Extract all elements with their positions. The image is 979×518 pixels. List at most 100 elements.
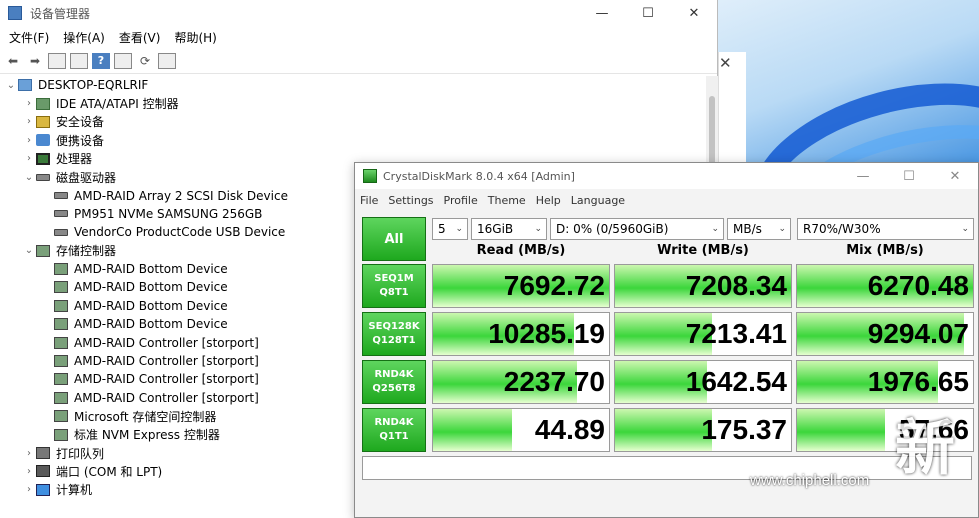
tree-item[interactable]: › 便携设备 xyxy=(0,131,706,149)
storage-icon xyxy=(54,391,68,404)
write-value: 1642.54 xyxy=(685,366,787,397)
tree-item-label: AMD-RAID Array 2 SCSI Disk Device xyxy=(74,188,288,203)
cdm-menu-item[interactable]: Theme xyxy=(483,194,531,207)
tree-item[interactable]: ⌄ DESKTOP-EQRLRIF xyxy=(0,76,706,94)
result-bar xyxy=(615,409,712,451)
tree-item-label: AMD-RAID Controller [storport] xyxy=(74,335,259,350)
storage-icon xyxy=(54,281,68,294)
tree-item-label: AMD-RAID Bottom Device xyxy=(74,262,228,277)
tree-item-label: 计算机 xyxy=(56,483,93,498)
mix-profile-select[interactable]: R70%/W30% ⌄ xyxy=(797,218,974,240)
scan-hardware-icon[interactable]: ⟳ xyxy=(136,53,154,69)
mix-value: 6270.48 xyxy=(867,270,969,301)
cdm-close-icon[interactable]: ✕ xyxy=(932,163,978,189)
test-button[interactable]: SEQ128K Q128T1 xyxy=(362,312,426,356)
test-count-select[interactable]: 5 ⌄ xyxy=(432,218,468,240)
drive-select[interactable]: D: 0% (0/5960GiB) ⌄ xyxy=(550,218,724,240)
collapsed-arrow-icon[interactable]: › xyxy=(22,116,36,127)
collapsed-arrow-icon[interactable]: › xyxy=(22,484,36,495)
cdm-menu-item[interactable]: Settings xyxy=(383,194,438,207)
mix-result-cell: 6270.48 xyxy=(796,264,974,308)
cdm-menu-item[interactable]: Profile xyxy=(439,194,483,207)
chevron-down-icon: ⌄ xyxy=(534,224,542,234)
tree-item-label: 打印队列 xyxy=(56,446,105,461)
back-icon[interactable]: ⬅ xyxy=(4,53,22,69)
close-icon[interactable]: ✕ xyxy=(671,0,717,26)
forward-icon[interactable]: ➡ xyxy=(26,53,44,69)
help-icon[interactable]: ? xyxy=(92,52,110,69)
test-name: RND4K xyxy=(374,368,414,380)
disk-icon xyxy=(54,210,68,218)
expanded-arrow-icon[interactable]: ⌄ xyxy=(4,80,18,91)
storage-icon xyxy=(54,263,68,276)
test-button[interactable]: SEQ1M Q8T1 xyxy=(362,264,426,308)
read-value: 7692.72 xyxy=(503,270,605,301)
chevron-down-icon: ⌄ xyxy=(961,224,969,234)
mix-header: Mix (MB/s) xyxy=(846,243,924,258)
cdm-minimize-icon[interactable]: — xyxy=(840,163,886,189)
menu-bar: 文件(F) 操作(A) 查看(V) 帮助(H) xyxy=(0,26,717,48)
test-params: Q128T1 xyxy=(372,335,416,346)
properties-icon[interactable] xyxy=(48,52,66,69)
menu-item[interactable]: 查看(V) xyxy=(112,29,168,46)
disk-icon xyxy=(54,192,68,200)
tree-item[interactable]: › IDE ATA/ATAPI 控制器 xyxy=(0,94,706,112)
test-params: Q1T1 xyxy=(379,431,409,442)
watermark-logo: 新 xyxy=(895,414,955,484)
test-params: Q256T8 xyxy=(372,383,416,394)
port-icon xyxy=(36,465,50,478)
write-result-cell: 1642.54 xyxy=(614,360,792,404)
tree-item-label: AMD-RAID Controller [storport] xyxy=(74,354,259,369)
tree-item-label: AMD-RAID Controller [storport] xyxy=(74,372,259,387)
disk-drive-icon xyxy=(36,173,50,181)
menu-item[interactable]: 帮助(H) xyxy=(167,29,223,46)
mix-result-cell: 9294.07 xyxy=(796,312,974,356)
write-result-cell: 175.37 xyxy=(614,408,792,452)
collapsed-arrow-icon[interactable]: › xyxy=(22,135,36,146)
collapsed-arrow-icon[interactable]: › xyxy=(22,98,36,109)
storage-icon xyxy=(54,299,68,312)
tree-item-label: 标准 NVM Express 控制器 xyxy=(74,428,220,443)
monitor-icon[interactable] xyxy=(158,52,176,69)
tree-item[interactable]: › 安全设备 xyxy=(0,113,706,131)
collapsed-arrow-icon[interactable]: › xyxy=(22,153,36,164)
crystaldiskmark-window: CrystalDiskMark 8.0.4 x64 [Admin] — ☐ ✕ … xyxy=(354,162,979,518)
computer-icon xyxy=(18,79,32,92)
write-value: 7213.41 xyxy=(685,318,787,349)
ide-controller-icon xyxy=(36,97,50,110)
all-button[interactable]: All xyxy=(362,217,426,261)
comment-field[interactable] xyxy=(362,456,972,480)
cdm-menu-item[interactable]: Language xyxy=(566,194,630,207)
test-button[interactable]: RND4K Q1T1 xyxy=(362,408,426,452)
view-icon[interactable] xyxy=(114,52,132,69)
cdm-menu-item[interactable]: File xyxy=(355,194,383,207)
tree-item-label: AMD-RAID Controller [storport] xyxy=(74,390,259,405)
tree-item-label: AMD-RAID Bottom Device xyxy=(74,317,228,332)
unit-select[interactable]: MB/s ⌄ xyxy=(727,218,791,240)
write-result-cell: 7213.41 xyxy=(614,312,792,356)
cdm-maximize-icon[interactable]: ☐ xyxy=(886,163,932,189)
chevron-down-icon: ⌄ xyxy=(455,224,463,234)
maximize-icon[interactable]: ☐ xyxy=(625,0,671,26)
collapsed-arrow-icon[interactable]: › xyxy=(22,448,36,459)
test-button[interactable]: RND4K Q256T8 xyxy=(362,360,426,404)
minimize-icon[interactable]: — xyxy=(579,0,625,26)
device-manager-title: 设备管理器 xyxy=(30,6,91,21)
tree-item-label: VendorCo ProductCode USB Device xyxy=(74,225,286,240)
tree-item-label: 存储控制器 xyxy=(56,244,117,259)
expanded-arrow-icon[interactable]: ⌄ xyxy=(22,245,36,256)
background-close-icon[interactable]: ✕ xyxy=(719,54,732,72)
update-driver-icon[interactable] xyxy=(70,52,88,69)
test-name: RND4K xyxy=(374,416,414,428)
storage-icon xyxy=(54,410,68,423)
portable-device-icon xyxy=(36,134,50,147)
cdm-menu-item[interactable]: Help xyxy=(531,194,566,207)
storage-icon xyxy=(54,373,68,386)
menu-item[interactable]: 操作(A) xyxy=(56,29,112,46)
test-name: SEQ1M xyxy=(374,272,414,284)
test-size-select[interactable]: 16GiB ⌄ xyxy=(471,218,547,240)
collapsed-arrow-icon[interactable]: › xyxy=(22,466,36,477)
menu-item[interactable]: 文件(F) xyxy=(2,29,56,46)
expanded-arrow-icon[interactable]: ⌄ xyxy=(22,172,36,183)
chevron-down-icon: ⌄ xyxy=(711,224,719,234)
